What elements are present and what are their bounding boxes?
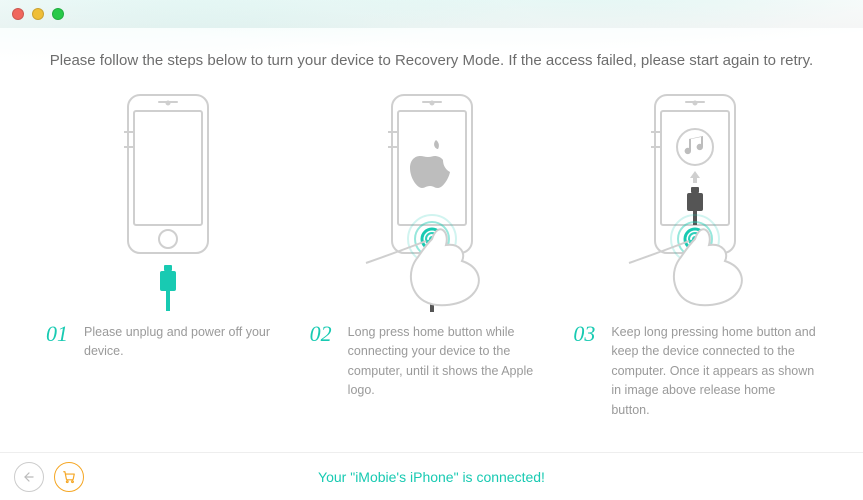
back-button[interactable] — [14, 462, 44, 492]
step-3-illustration — [573, 87, 817, 317]
footer: Your "iMobie's iPhone" is connected! — [0, 452, 863, 500]
steps-row: 01 Please unplug and power off your devi… — [0, 87, 863, 420]
step-3-number: 03 — [573, 323, 603, 345]
step-1-caption: 01 Please unplug and power off your devi… — [46, 317, 290, 362]
cable-icon — [160, 265, 176, 311]
window-zoom-button[interactable] — [52, 8, 64, 20]
step-2-illustration — [310, 87, 554, 317]
apple-logo-icon — [410, 140, 450, 188]
step-2: 02 Long press home button while connecti… — [310, 87, 554, 420]
step-1: 01 Please unplug and power off your devi… — [46, 87, 290, 420]
step-3: 03 Keep long pressing home button and ke… — [573, 87, 817, 420]
connection-status: Your "iMobie's iPhone" is connected! — [0, 469, 863, 485]
step-1-illustration — [46, 87, 290, 317]
titlebar — [0, 0, 863, 28]
window-minimize-button[interactable] — [32, 8, 44, 20]
arrow-left-icon — [22, 470, 36, 484]
step-1-text: Please unplug and power off your device. — [84, 323, 290, 362]
step-2-text: Long press home button while connecting … — [348, 323, 554, 401]
window-close-button[interactable] — [12, 8, 24, 20]
cart-button[interactable] — [54, 462, 84, 492]
instruction-text: Please follow the steps below to turn yo… — [0, 28, 863, 87]
step-3-caption: 03 Keep long pressing home button and ke… — [573, 317, 817, 420]
step-2-caption: 02 Long press home button while connecti… — [310, 317, 554, 401]
step-2-number: 02 — [310, 323, 340, 345]
cart-icon — [62, 470, 76, 484]
step-1-number: 01 — [46, 323, 76, 345]
step-3-text: Keep long pressing home button and keep … — [611, 323, 817, 420]
itunes-icon — [677, 129, 713, 165]
